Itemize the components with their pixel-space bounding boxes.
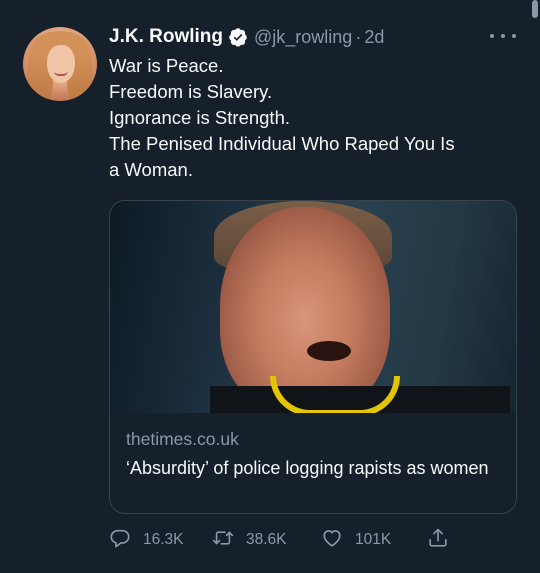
share-icon [427, 527, 449, 554]
retweet-count: 38.6K [246, 531, 287, 548]
reply-icon [109, 527, 131, 554]
photo-mouth [307, 341, 351, 361]
action-bar: 16.3K 38.6K 101K [109, 527, 459, 553]
tweet-line: Freedom is Slavery. [109, 81, 273, 102]
card-title: ‘Absurdity’ of police logging rapists as… [126, 458, 489, 478]
retweet-button[interactable]: 38.6K [212, 527, 287, 553]
tweet-line: Ignorance is Strength. [109, 107, 290, 128]
like-count: 101K [355, 531, 392, 548]
card-domain: thetimes.co.uk [126, 429, 239, 449]
separator-dot: · [355, 26, 362, 47]
avatar[interactable] [23, 27, 97, 101]
reply-count: 16.3K [143, 531, 184, 548]
tweet-header: J.K. Rowling @jk_rowling · 2d [109, 24, 384, 50]
avatar-face [47, 45, 75, 83]
like-icon [321, 527, 343, 554]
scrollbar[interactable] [532, 0, 538, 573]
tweet-line: War is Peace. [109, 55, 224, 76]
tweet-time[interactable]: 2d [364, 27, 384, 48]
verified-icon [228, 27, 248, 47]
card-image [110, 201, 516, 413]
link-card[interactable]: thetimes.co.uk ‘Absurdity’ of police log… [109, 200, 517, 514]
like-button[interactable]: 101K [321, 527, 391, 553]
author-handle[interactable]: @jk_rowling [254, 27, 352, 48]
retweet-icon [212, 527, 234, 554]
photo-lanyard [270, 376, 400, 413]
share-button[interactable] [427, 527, 449, 553]
more-icon[interactable] [490, 28, 516, 44]
tweet-line: The Penised Individual Who Raped You Is [109, 133, 455, 154]
author-name[interactable]: J.K. Rowling [109, 26, 223, 48]
more-dot [501, 34, 505, 38]
scrollbar-thumb[interactable] [532, 0, 538, 18]
reply-button[interactable]: 16.3K [109, 527, 184, 553]
more-dot [512, 34, 516, 38]
tweet-line: a Woman. [109, 159, 193, 180]
more-dot [490, 34, 494, 38]
tweet[interactable]: J.K. Rowling @jk_rowling · 2d War is Pea… [0, 0, 530, 573]
tweet-text: War is Peace. Freedom is Slavery. Ignora… [109, 53, 521, 183]
